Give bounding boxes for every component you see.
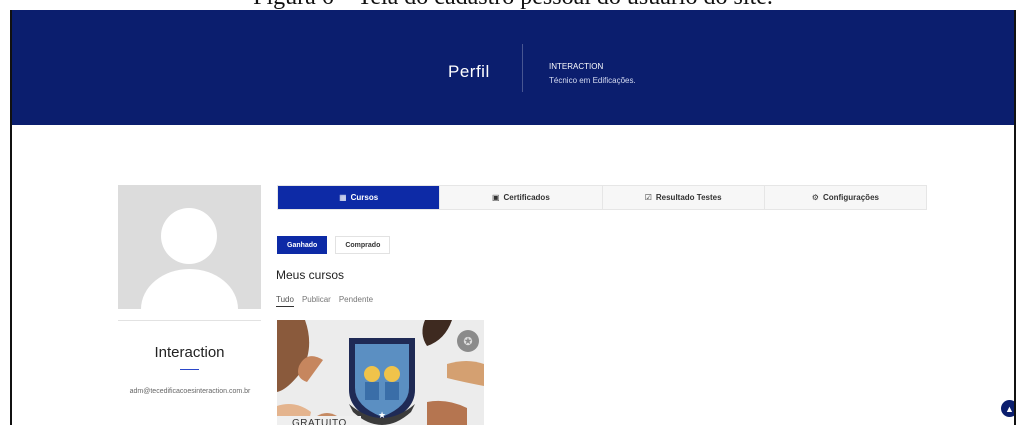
- profile-banner: Perfil INTERACTION Técnico em Edificaçõe…: [12, 10, 1014, 125]
- tab-label: Cursos: [350, 193, 379, 202]
- avatar-head-shape: [161, 208, 217, 264]
- tab-certificados[interactable]: ▣ Certificados: [440, 186, 603, 209]
- checkbox-icon: ☑: [644, 193, 652, 202]
- gear-icon: ⚙: [811, 193, 819, 202]
- page-title: Perfil: [448, 62, 490, 81]
- profile-divider: [118, 320, 261, 321]
- certificate-icon: ▣: [491, 193, 500, 202]
- course-type-toggle: Ganhado Comprado: [277, 236, 391, 254]
- banner-company: INTERACTION: [549, 62, 604, 71]
- tab-cursos[interactable]: ▦ Cursos: [278, 186, 441, 209]
- tab-label: Certificados: [503, 193, 550, 202]
- favorite-icon[interactable]: ✪: [457, 330, 479, 352]
- banner-divider: [522, 44, 523, 92]
- user-name: Interaction: [154, 344, 225, 361]
- scroll-to-top-icon[interactable]: ▲: [1001, 400, 1014, 417]
- filter-tudo[interactable]: Tudo: [276, 295, 294, 307]
- ganhado-button[interactable]: Ganhado: [277, 236, 328, 254]
- svg-text:★: ★: [378, 410, 386, 420]
- course-card[interactable]: ★ ✪ GRATUITO: [277, 320, 484, 425]
- book-icon: ▦: [339, 193, 347, 202]
- section-title: Meus cursos: [276, 268, 345, 282]
- profile-tabs: ▦ Cursos ▣ Certificados ☑ Resultado Test…: [277, 185, 927, 210]
- course-filters: Tudo Publicar Pendente: [276, 295, 373, 307]
- comprado-button[interactable]: Comprado: [335, 236, 391, 254]
- price-badge: GRATUITO: [277, 416, 361, 425]
- tab-label: Resultado Testes: [655, 193, 722, 202]
- browser-frame: Perfil INTERACTION Técnico em Edificaçõe…: [10, 10, 1016, 425]
- banner-subtitle: Técnico em Edificações.: [549, 76, 636, 85]
- filter-publicar[interactable]: Publicar: [302, 295, 331, 307]
- avatar[interactable]: [118, 185, 261, 309]
- filter-pendente[interactable]: Pendente: [339, 295, 373, 307]
- avatar-body-shape: [141, 269, 238, 309]
- tab-configuracoes[interactable]: ⚙ Configurações: [765, 186, 926, 209]
- course-thumbnail: ★: [277, 320, 484, 425]
- tab-resultado-testes[interactable]: ☑ Resultado Testes: [603, 186, 765, 209]
- name-underline: [180, 369, 199, 370]
- tab-label: Configurações: [822, 193, 879, 202]
- user-email: adm@tecedificacoesinteraction.com.br: [129, 388, 251, 395]
